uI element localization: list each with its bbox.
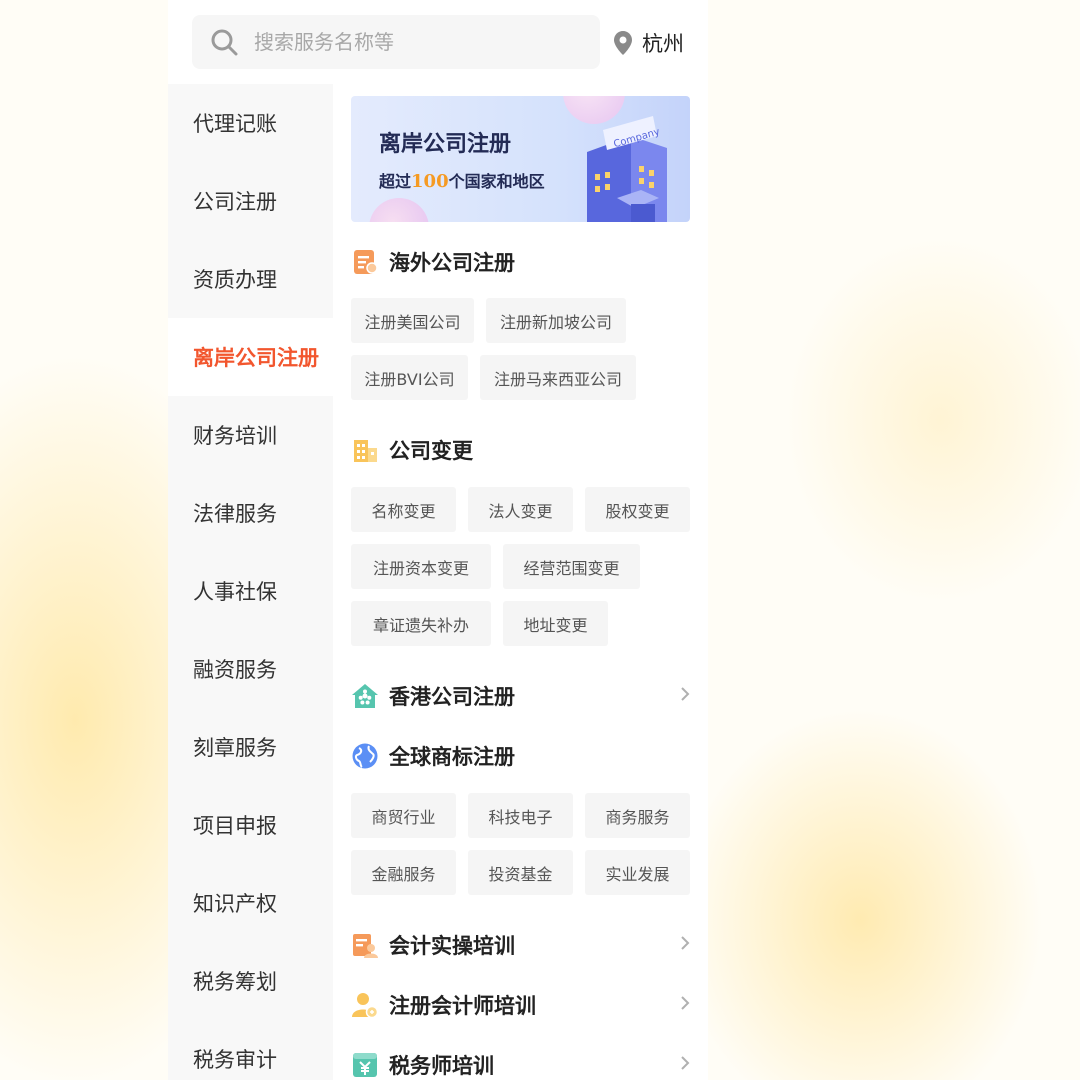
tag-legal-person-change[interactable]: 法人变更 bbox=[468, 487, 573, 532]
tag-investment-fund[interactable]: 投资基金 bbox=[468, 850, 573, 895]
sidebar-item-tax-planning[interactable]: 税务筹划 bbox=[168, 942, 333, 1020]
section-cpa-row[interactable]: 注册会计师培训 bbox=[351, 989, 691, 1021]
section-tax-row[interactable]: 税务师培训 bbox=[351, 1049, 691, 1080]
tag-tech-electronics[interactable]: 科技电子 bbox=[468, 793, 573, 838]
location-pin-icon bbox=[614, 31, 632, 55]
tag-industrial-development[interactable]: 实业发展 bbox=[585, 850, 690, 895]
section-title: 香港公司注册 bbox=[389, 685, 515, 709]
banner-number: 100 bbox=[411, 171, 449, 192]
tag-trade-industry[interactable]: 商贸行业 bbox=[351, 793, 456, 838]
sidebar-item-offshore-company[interactable]: 离岸公司注册 bbox=[168, 318, 333, 396]
section-title: 海外公司注册 bbox=[389, 251, 515, 275]
search-input[interactable] bbox=[254, 25, 584, 59]
sidebar-item-finance-training[interactable]: 财务培训 bbox=[168, 396, 333, 474]
section-title: 公司变更 bbox=[389, 439, 473, 463]
cpa-person-icon bbox=[352, 993, 379, 1019]
tag-scope-change[interactable]: 经营范围变更 bbox=[503, 544, 640, 589]
tag-license-reissue[interactable]: 章证遗失补办 bbox=[351, 601, 491, 646]
yuan-box-icon bbox=[353, 1053, 377, 1077]
section-overseas-header: 海外公司注册 bbox=[351, 246, 515, 278]
city-label: 杭州 bbox=[642, 32, 684, 56]
chevron-right-icon bbox=[681, 1056, 690, 1070]
section-title: 会计实操培训 bbox=[389, 934, 515, 958]
section-hongkong-row[interactable]: 香港公司注册 bbox=[351, 680, 691, 712]
tag-malaysia-company[interactable]: 注册马来西亚公司 bbox=[480, 355, 636, 400]
search-icon bbox=[211, 29, 238, 56]
decor-bubble bbox=[369, 198, 429, 222]
globe-icon bbox=[352, 743, 378, 769]
tag-equity-change[interactable]: 股权变更 bbox=[585, 487, 690, 532]
section-title: 注册会计师培训 bbox=[389, 994, 536, 1018]
category-sidebar: 代理记账 公司注册 资质办理 离岸公司注册 财务培训 法律服务 人事社保 融资服… bbox=[168, 84, 333, 1080]
app-screen: 杭州 代理记账 公司注册 资质办理 离岸公司注册 财务培训 法律服务 人事社保 … bbox=[168, 0, 708, 1080]
document-icon bbox=[354, 250, 378, 274]
tag-us-company[interactable]: 注册美国公司 bbox=[351, 298, 474, 343]
sidebar-item-qualification[interactable]: 资质办理 bbox=[168, 240, 333, 318]
banner-subtitle: 超过100个国家和地区 bbox=[379, 171, 545, 192]
sidebar-item-bookkeeping[interactable]: 代理记账 bbox=[168, 84, 333, 162]
tag-capital-change[interactable]: 注册资本变更 bbox=[351, 544, 491, 589]
building-icon bbox=[354, 440, 377, 462]
banner-title: 离岸公司注册 bbox=[379, 131, 512, 157]
search-bar[interactable] bbox=[192, 15, 600, 69]
sidebar-item-financing[interactable]: 融资服务 bbox=[168, 630, 333, 708]
section-change-header: 公司变更 bbox=[351, 434, 473, 466]
section-title: 税务师培训 bbox=[389, 1054, 494, 1078]
section-title: 全球商标注册 bbox=[389, 745, 515, 769]
sidebar-item-tax-audit[interactable]: 税务审计 bbox=[168, 1020, 333, 1080]
sidebar-item-legal[interactable]: 法律服务 bbox=[168, 474, 333, 552]
chevron-right-icon bbox=[681, 687, 690, 701]
chevron-right-icon bbox=[681, 936, 690, 950]
city-selector[interactable]: 杭州 bbox=[614, 28, 684, 58]
tag-financial-services[interactable]: 金融服务 bbox=[351, 850, 456, 895]
section-accounting-row[interactable]: 会计实操培训 bbox=[351, 929, 691, 961]
accounting-icon bbox=[353, 934, 378, 958]
tag-bvi-company[interactable]: 注册BVI公司 bbox=[351, 355, 468, 400]
hk-flower-icon bbox=[352, 684, 378, 708]
sidebar-item-project[interactable]: 项目申报 bbox=[168, 786, 333, 864]
tag-address-change[interactable]: 地址变更 bbox=[503, 601, 608, 646]
tag-singapore-company[interactable]: 注册新加坡公司 bbox=[486, 298, 626, 343]
tag-business-services[interactable]: 商务服务 bbox=[585, 793, 690, 838]
building-illustration-icon: Company bbox=[587, 116, 667, 222]
sidebar-item-company-registration[interactable]: 公司注册 bbox=[168, 162, 333, 240]
sidebar-item-seal[interactable]: 刻章服务 bbox=[168, 708, 333, 786]
sidebar-item-hr-social-security[interactable]: 人事社保 bbox=[168, 552, 333, 630]
sidebar-item-ip[interactable]: 知识产权 bbox=[168, 864, 333, 942]
section-trademark-header: 全球商标注册 bbox=[351, 740, 515, 772]
chevron-right-icon bbox=[681, 996, 690, 1010]
tag-name-change[interactable]: 名称变更 bbox=[351, 487, 456, 532]
content-panel: 离岸公司注册 超过100个国家和地区 Company 海外公司注册 注册美国公司… bbox=[351, 96, 691, 1078]
offshore-banner[interactable]: 离岸公司注册 超过100个国家和地区 Company bbox=[351, 96, 690, 222]
